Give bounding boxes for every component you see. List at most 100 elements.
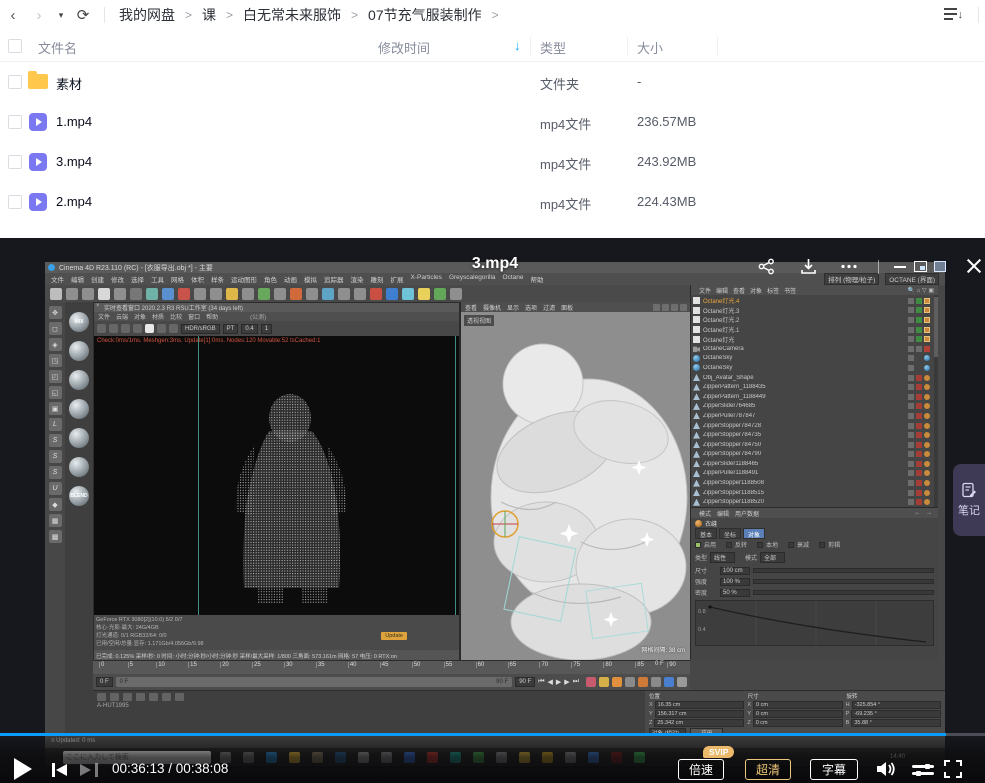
object-name[interactable]: ZipperPuller1188491 bbox=[703, 470, 899, 476]
file-row[interactable]: 素材 文件夹 - bbox=[0, 62, 985, 102]
object-row[interactable]: Octane灯光 bbox=[693, 334, 936, 344]
record-chip[interactable] bbox=[638, 677, 648, 687]
record-chip[interactable] bbox=[651, 677, 661, 687]
object-name[interactable]: ZipperStopper1188520 bbox=[703, 499, 899, 505]
download-icon[interactable] bbox=[800, 258, 817, 275]
attribute-dropdown[interactable]: 模式全部 bbox=[745, 552, 785, 563]
refresh-icon[interactable]: ⟳ bbox=[70, 6, 96, 24]
attribute-tab[interactable]: 坐标 bbox=[719, 528, 741, 539]
file-name[interactable]: 2.mp4 bbox=[56, 194, 92, 209]
object-name[interactable]: Obj_Avatar_Shape bbox=[703, 375, 899, 381]
goto-start-icon[interactable]: ⏮ bbox=[538, 678, 544, 686]
column-type[interactable]: 类型 bbox=[540, 38, 566, 57]
attribute-slider[interactable]: 强度 100 % bbox=[691, 576, 938, 587]
quality-button[interactable]: 超清 bbox=[745, 759, 791, 780]
breadcrumb-item[interactable]: 07节充气服装制作 bbox=[362, 5, 488, 25]
object-row[interactable]: ZipperStopper1188508 bbox=[693, 478, 936, 488]
video-frame[interactable]: Cinema 4D R23.110 (RC) - [衣服导出.obj *] - … bbox=[45, 262, 945, 748]
material-name[interactable]: A-HUT1995 bbox=[93, 701, 645, 709]
settings-icon[interactable] bbox=[912, 763, 934, 777]
breadcrumb-item[interactable]: 我的网盘 bbox=[113, 5, 181, 25]
object-name[interactable]: ZipperStopper1188515 bbox=[703, 490, 899, 496]
maximize-icon[interactable] bbox=[926, 261, 954, 272]
object-row[interactable]: ZipperStopper784750 bbox=[693, 440, 936, 450]
attribute-tab[interactable]: 对象 bbox=[743, 528, 765, 539]
coord-input[interactable]: 156.317 cm bbox=[655, 710, 745, 718]
row-checkbox[interactable] bbox=[8, 115, 22, 129]
object-name[interactable]: ZipperStopper1188508 bbox=[703, 480, 899, 486]
coord-input[interactable]: 25.342 cm bbox=[654, 719, 744, 727]
attribute-checkbox[interactable]: 剪辑 bbox=[819, 540, 840, 549]
attribute-tab[interactable]: 基本 bbox=[695, 528, 717, 539]
object-name[interactable]: Octane灯光.1 bbox=[703, 325, 899, 334]
record-chip[interactable] bbox=[586, 677, 596, 687]
attribute-slider[interactable]: 尺寸 100 cm bbox=[691, 565, 938, 576]
object-name[interactable]: ZipperStopper784735 bbox=[703, 432, 899, 438]
fullscreen-icon[interactable] bbox=[944, 760, 962, 778]
file-name[interactable]: 素材 bbox=[56, 74, 82, 93]
object-name[interactable]: ZipperPattern_1188449 bbox=[703, 394, 899, 400]
previous-video-button[interactable] bbox=[52, 763, 70, 777]
breadcrumb-item[interactable]: 白无常未来服饰 bbox=[237, 5, 347, 25]
record-chip[interactable] bbox=[599, 677, 609, 687]
object-row[interactable]: ZipperStopper784790 bbox=[693, 450, 936, 460]
object-name[interactable]: Octane灯光 bbox=[703, 335, 899, 344]
record-chip[interactable] bbox=[612, 677, 622, 687]
object-row[interactable]: ZipperStopper1188515 bbox=[693, 488, 936, 498]
object-row[interactable]: Octane灯光.4 bbox=[693, 296, 936, 306]
file-name[interactable]: 3.mp4 bbox=[56, 154, 92, 169]
column-name[interactable]: 文件名 bbox=[38, 38, 77, 57]
object-row[interactable]: ZipperPuller1188491 bbox=[693, 469, 936, 479]
coord-input[interactable]: 0 cm bbox=[753, 710, 843, 718]
object-row[interactable]: ZipperPattern_1188449 bbox=[693, 392, 936, 402]
object-row[interactable]: ZipperStopper784728 bbox=[693, 421, 936, 431]
object-row[interactable]: OctaneCamera bbox=[693, 344, 936, 354]
attribute-dropdown[interactable]: 类型线性 bbox=[695, 552, 735, 563]
notes-flyout-tab[interactable]: 笔记 bbox=[953, 464, 985, 536]
object-row[interactable]: Obj_Avatar_Shape bbox=[693, 373, 936, 383]
view-sort-icon[interactable]: ↓ bbox=[944, 7, 964, 23]
timeline-ruler[interactable]: 051015202530354045505560657075808590 bbox=[93, 660, 690, 674]
object-name[interactable]: ZipperStopper784790 bbox=[703, 451, 899, 457]
subtitle-button[interactable]: 字幕 bbox=[810, 759, 858, 780]
coord-input[interactable]: 0 cm bbox=[753, 719, 843, 727]
object-row[interactable]: ZipperStopper784735 bbox=[693, 430, 936, 440]
object-name[interactable]: ZipperPuller787847 bbox=[703, 413, 899, 419]
object-name[interactable]: OctaneSky bbox=[703, 365, 899, 371]
object-row[interactable]: Octane灯光.1 bbox=[693, 325, 936, 335]
speed-button[interactable]: 倍速 bbox=[678, 759, 724, 780]
row-checkbox[interactable] bbox=[8, 155, 22, 169]
object-row[interactable]: ZipperSlider1188465 bbox=[693, 459, 936, 469]
column-size[interactable]: 大小 bbox=[637, 38, 663, 57]
forward-icon[interactable]: › bbox=[26, 7, 52, 24]
column-modified[interactable]: 修改时间 bbox=[378, 38, 430, 57]
end-frame-box[interactable]: 90 F bbox=[515, 677, 535, 687]
file-row[interactable]: 3.mp4 mp4文件 243.92MB bbox=[0, 142, 985, 182]
file-row[interactable]: 2.mp4 mp4文件 224.43MB bbox=[0, 182, 985, 222]
object-row[interactable]: OctaneSky bbox=[693, 354, 936, 364]
record-chip[interactable] bbox=[625, 677, 635, 687]
record-chip[interactable] bbox=[664, 677, 674, 687]
history-dropdown-icon[interactable]: ▾ bbox=[52, 10, 70, 21]
object-row[interactable]: ZipperSlider764685 bbox=[693, 402, 936, 412]
back-icon[interactable]: ‹ bbox=[0, 7, 26, 24]
coord-input[interactable]: -69.235 ° bbox=[851, 710, 941, 718]
row-checkbox[interactable] bbox=[8, 75, 22, 89]
object-name[interactable]: ZipperPattern_1188435 bbox=[703, 384, 899, 390]
goto-end-icon[interactable]: ⏭ bbox=[573, 678, 579, 686]
row-checkbox[interactable] bbox=[8, 195, 22, 209]
more-options-icon[interactable] bbox=[840, 258, 858, 275]
volume-icon[interactable] bbox=[876, 760, 896, 783]
object-name[interactable]: ZipperStopper784750 bbox=[703, 442, 899, 448]
object-name[interactable]: OctaneCamera bbox=[703, 346, 899, 352]
object-name[interactable]: Octane灯光.3 bbox=[703, 306, 899, 315]
next-key-icon[interactable]: ▶ bbox=[564, 678, 569, 686]
coord-input[interactable]: 0 cm bbox=[753, 701, 843, 709]
attribute-checkbox[interactable]: 反转 bbox=[726, 540, 747, 549]
breadcrumb-item[interactable]: 课 bbox=[196, 5, 222, 25]
object-name[interactable]: Octane灯光.2 bbox=[703, 315, 899, 324]
coord-input[interactable]: 35.88 ° bbox=[851, 719, 941, 727]
close-icon[interactable] bbox=[964, 256, 984, 276]
object-row[interactable]: Octane灯光.3 bbox=[693, 306, 936, 316]
share-icon[interactable] bbox=[758, 258, 775, 275]
